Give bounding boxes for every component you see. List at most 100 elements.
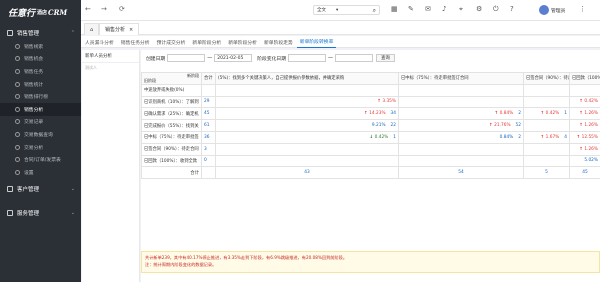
subtab-trend[interactable]: 新单阶段走势: [261, 36, 296, 48]
nav-item-settings[interactable]: 设置: [0, 166, 81, 179]
nav-item-tasks[interactable]: 销售任务: [0, 65, 81, 78]
cell-c4[interactable]: ↑ 1.26%: [569, 119, 600, 132]
back-arrow-icon[interactable]: ←: [85, 5, 91, 13]
cell-c2[interactable]: [398, 95, 524, 109]
tab-sales-analysis[interactable]: 销售分析 ×: [99, 23, 140, 35]
cell-c4[interactable]: ↑ 1.26%: [569, 107, 600, 121]
nav-item-contracts[interactable]: 合同/订单/发票表: [0, 153, 81, 166]
cell-c4[interactable]: [569, 83, 600, 97]
nav-group-service[interactable]: 服务管理 ⌄: [0, 206, 81, 221]
top-bar: ← → ⟳ 全文 ▾ ⌕ ▦ ✎ ✉ ♪ ⌖ ⚙ ⏻ ? 管理员 ⋮: [81, 0, 600, 21]
message-icon[interactable]: ✉: [425, 5, 431, 13]
chart-icon: [15, 144, 20, 150]
power-icon[interactable]: ⏻: [493, 5, 499, 14]
cell-c1[interactable]: [215, 142, 399, 156]
search-scope-select[interactable]: 全文: [317, 7, 326, 13]
subtab-stage[interactable]: 新单阶段分析: [189, 36, 224, 48]
nav-item-opportunities[interactable]: 销售机会: [0, 53, 81, 66]
logo-crm: CRM: [48, 8, 68, 17]
staff-item[interactable]: 测试人: [82, 63, 139, 73]
refresh-icon[interactable]: ⟳: [119, 5, 125, 13]
nav-group-sales[interactable]: 销售管理 ⌃: [0, 25, 81, 40]
create-date-to[interactable]: 2021-02-05: [214, 54, 253, 62]
cell-c3[interactable]: ↑ 0.42% 1: [523, 107, 570, 121]
stage-date-to[interactable]: [335, 54, 374, 62]
nav-item-transaction-analysis[interactable]: 交易分析: [0, 141, 81, 154]
cell-c2[interactable]: ↑ 21.76% 52: [398, 119, 524, 132]
cell-percent: 9.21%: [371, 123, 386, 129]
stage-date-from[interactable]: [288, 54, 327, 62]
calendar-icon[interactable]: ▦: [391, 5, 398, 13]
query-button[interactable]: 查询: [376, 54, 396, 62]
cell-count: 4: [564, 134, 567, 140]
cell-c1[interactable]: 9.21% 22: [215, 119, 399, 132]
row-total[interactable]: 45: [201, 107, 216, 121]
forward-arrow-icon[interactable]: →: [101, 5, 107, 13]
create-date-from[interactable]: [167, 54, 206, 62]
location-icon[interactable]: ⌖: [459, 5, 463, 14]
nav-item-analysis[interactable]: 销售分析: [0, 102, 81, 116]
row-total[interactable]: [201, 83, 216, 97]
global-search[interactable]: 全文 ▾ ⌕: [313, 5, 380, 15]
cell-c3[interactable]: [523, 154, 570, 168]
cell-c1[interactable]: [215, 154, 399, 168]
app-logo[interactable]: 任意行 酒店 CRM: [0, 0, 81, 25]
row-total[interactable]: [201, 166, 216, 180]
edit-icon[interactable]: ✎: [408, 5, 414, 13]
cell-percent: 3.35%: [382, 99, 396, 105]
cell-c2[interactable]: ↑ 0.84% 2: [398, 107, 524, 121]
cell-c1[interactable]: ↑ 14.23% 34: [215, 107, 399, 121]
avatar[interactable]: [539, 5, 549, 15]
cell-c3[interactable]: 5: [523, 166, 570, 180]
nav-item-ranking[interactable]: 销售排行榜: [0, 90, 81, 103]
tab-home[interactable]: ⌂: [84, 23, 100, 35]
cell-c3[interactable]: [523, 119, 570, 132]
user-name[interactable]: 管理员: [551, 7, 565, 14]
subtab-funnel[interactable]: 人员漏斗分析: [82, 36, 117, 48]
row-total[interactable]: 3: [201, 142, 216, 156]
close-icon[interactable]: ×: [129, 27, 133, 33]
nav-item-stats[interactable]: 销售统计: [0, 78, 81, 91]
nav-group-customers[interactable]: 客户管理 ⌄: [0, 182, 81, 197]
cell-percent: 1.26%: [584, 146, 598, 152]
cell-c1[interactable]: ↓ 0.42% 1: [215, 130, 399, 144]
help-icon[interactable]: ?: [510, 5, 514, 13]
row-label: 已签合同（90%）：待走合同: [141, 142, 202, 156]
cell-c3[interactable]: [523, 83, 570, 97]
chevron-up-icon: ⌃: [70, 29, 75, 36]
cell-c2[interactable]: 54: [398, 166, 524, 180]
row-total[interactable]: 36: [201, 130, 216, 144]
cell-c4[interactable]: ↑ 12.55%: [569, 130, 600, 144]
nav-item-transaction-query[interactable]: 交易数据查询: [0, 128, 81, 141]
cell-c3[interactable]: ↑ 1.67% 4: [523, 130, 570, 144]
staff-panel: 新单人员分析 测试人: [82, 50, 140, 282]
cell-c2[interactable]: 0.84% 2: [398, 130, 524, 144]
cell-c2[interactable]: [398, 154, 524, 168]
cell-c3[interactable]: [523, 95, 570, 109]
cell-c3[interactable]: [523, 142, 570, 156]
subtab-forecast[interactable]: 预计成交分析: [154, 36, 189, 48]
gear-icon[interactable]: ⚙: [476, 5, 482, 13]
row-total[interactable]: 61: [201, 119, 216, 132]
more-icon[interactable]: ⋮: [579, 5, 586, 13]
cell-c4[interactable]: ↑ 1.26%: [569, 142, 600, 156]
row-total[interactable]: 0: [201, 154, 216, 168]
cell-c4[interactable]: 45: [569, 166, 600, 180]
subtab-stage-2[interactable]: 新单阶段分析: [225, 36, 260, 48]
cell-c4[interactable]: 5.02%: [569, 154, 600, 168]
subtab-conversion[interactable]: 新单阶段转换率: [296, 36, 337, 48]
cell-c1[interactable]: 43: [215, 166, 399, 180]
cell-c1[interactable]: ↑ 3.35%: [215, 95, 399, 109]
cell-c2[interactable]: [398, 142, 524, 156]
row-total[interactable]: 29: [201, 95, 216, 109]
nav-item-leads[interactable]: 销售线索: [0, 40, 81, 53]
cell-c2[interactable]: [398, 83, 524, 97]
subtab-task[interactable]: 销售任务分析: [118, 36, 153, 48]
nav-item-transactions[interactable]: 交易记录: [0, 116, 81, 129]
nav-item-label: 合同/订单/发票表: [24, 158, 61, 164]
cell-c1[interactable]: [215, 83, 399, 97]
cell-c4[interactable]: ↑ 0.42%: [569, 95, 600, 109]
search-icon[interactable]: ⌕: [373, 7, 376, 15]
bell-icon[interactable]: ♪: [442, 5, 446, 13]
nav-item-label: 销售线索: [24, 44, 44, 50]
